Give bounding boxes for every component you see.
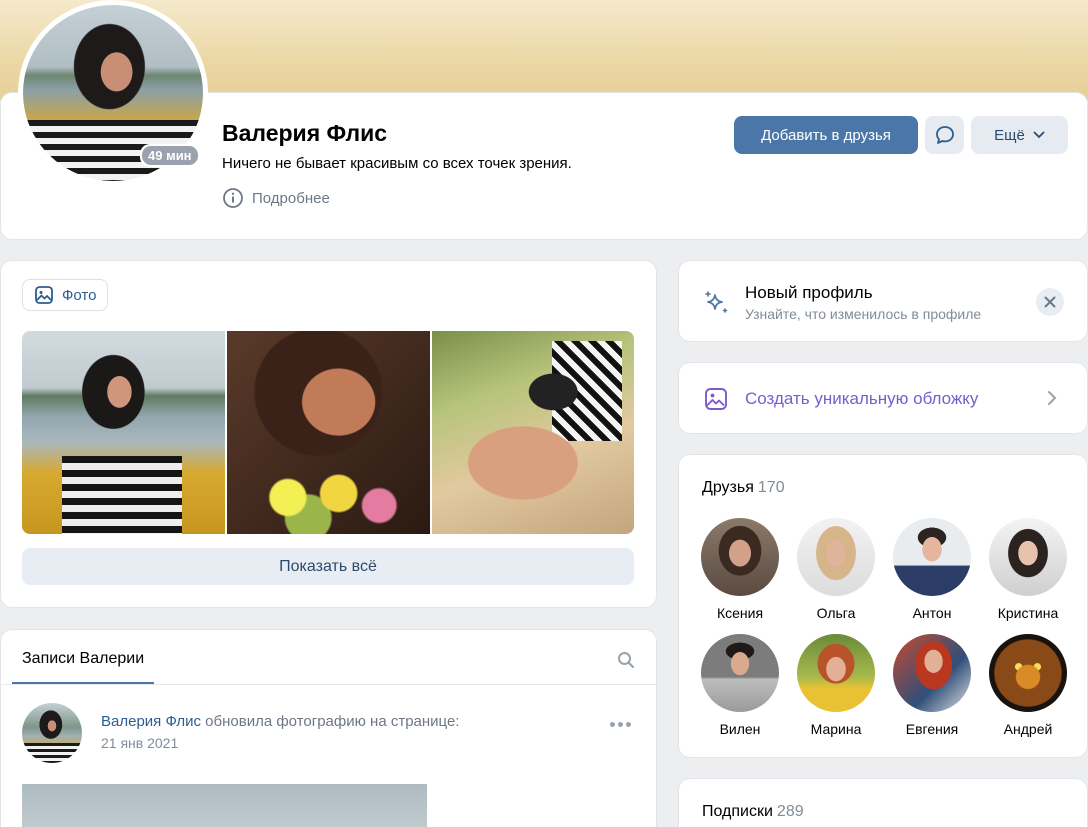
image-icon xyxy=(705,388,727,410)
subscriptions-title: Подписки xyxy=(702,803,773,820)
friend-avatar[interactable] xyxy=(989,634,1067,712)
friend-avatar[interactable] xyxy=(893,634,971,712)
image-icon xyxy=(35,286,53,304)
more-info-label: Подробнее xyxy=(252,189,330,207)
online-status-badge: 49 мин xyxy=(140,144,200,167)
tab-photos-label: Фото xyxy=(62,286,97,304)
more-button[interactable]: Ещё xyxy=(971,116,1068,154)
new-profile-title: Новый профиль xyxy=(745,283,873,302)
tab-photos[interactable]: Фото xyxy=(22,279,109,311)
show-all-photos-button[interactable]: Показать всё xyxy=(22,548,634,585)
post-author-avatar[interactable] xyxy=(22,703,82,763)
friend-item[interactable]: Евгения xyxy=(884,634,980,737)
post-author-link[interactable]: Валерия Флис xyxy=(101,713,201,730)
chevron-right-icon xyxy=(1048,391,1057,405)
post-image[interactable] xyxy=(22,784,427,827)
subscriptions-count: 289 xyxy=(776,803,804,820)
friend-avatar[interactable] xyxy=(797,634,875,712)
friend-avatar[interactable] xyxy=(893,518,971,596)
friend-name[interactable]: Антон xyxy=(884,605,980,621)
friend-item[interactable]: Кристина xyxy=(980,518,1076,621)
sparkle-icon xyxy=(705,291,728,313)
friend-item[interactable]: Вилен xyxy=(692,634,788,737)
photo-thumbnail[interactable] xyxy=(227,331,430,534)
photo-thumbnail[interactable] xyxy=(432,331,634,534)
friend-item[interactable]: Андрей xyxy=(980,634,1076,737)
friend-avatar[interactable] xyxy=(701,634,779,712)
friend-name[interactable]: Ксения xyxy=(692,605,788,621)
close-icon xyxy=(1044,296,1056,308)
post-action-text: обновила фотографию на странице: xyxy=(205,713,460,730)
post-menu-icon[interactable] xyxy=(610,722,631,727)
search-icon[interactable] xyxy=(616,650,636,670)
friend-name[interactable]: Марина xyxy=(788,721,884,737)
new-profile-subtitle: Узнайте, что изменилось в профиле xyxy=(745,306,982,322)
divider xyxy=(0,684,657,685)
message-button[interactable] xyxy=(925,116,964,154)
more-info-link[interactable]: Подробнее xyxy=(222,187,330,209)
friend-name[interactable]: Евгения xyxy=(884,721,980,737)
friend-name[interactable]: Вилен xyxy=(692,721,788,737)
friend-name[interactable]: Андрей xyxy=(980,721,1076,737)
friends-count: 170 xyxy=(757,479,785,496)
profile-name: Валерия Флис xyxy=(222,120,388,146)
friend-item[interactable]: Антон xyxy=(884,518,980,621)
info-icon xyxy=(223,188,243,208)
friend-name[interactable]: Кристина xyxy=(980,605,1076,621)
friend-item[interactable]: Ольга xyxy=(788,518,884,621)
new-profile-card[interactable] xyxy=(678,260,1088,342)
friends-header[interactable]: Друзья 170 xyxy=(702,479,785,497)
profile-status: Ничего не бывает красивым со всех точек … xyxy=(222,155,572,172)
friend-avatar[interactable] xyxy=(797,518,875,596)
friend-item[interactable]: Ксения xyxy=(692,518,788,621)
close-button[interactable] xyxy=(1036,288,1064,316)
friend-item[interactable]: Марина xyxy=(788,634,884,737)
subscriptions-header[interactable]: Подписки 289 xyxy=(702,803,804,821)
friends-title: Друзья xyxy=(702,479,754,496)
add-friend-button[interactable]: Добавить в друзья xyxy=(734,116,918,154)
photo-thumbnail[interactable] xyxy=(22,331,225,534)
chevron-down-icon xyxy=(1033,131,1045,139)
friend-avatar[interactable] xyxy=(701,518,779,596)
message-icon xyxy=(935,126,954,144)
friend-name[interactable]: Ольга xyxy=(788,605,884,621)
post-date[interactable]: 21 янв 2021 xyxy=(101,735,178,751)
post-header: Валерия Флис обновила фотографию на стра… xyxy=(101,713,459,730)
create-cover-label: Создать уникальную обложку xyxy=(745,389,979,408)
tab-posts[interactable]: Записи Валерии xyxy=(22,650,144,668)
more-button-label: Ещё xyxy=(994,126,1025,144)
friend-avatar[interactable] xyxy=(989,518,1067,596)
